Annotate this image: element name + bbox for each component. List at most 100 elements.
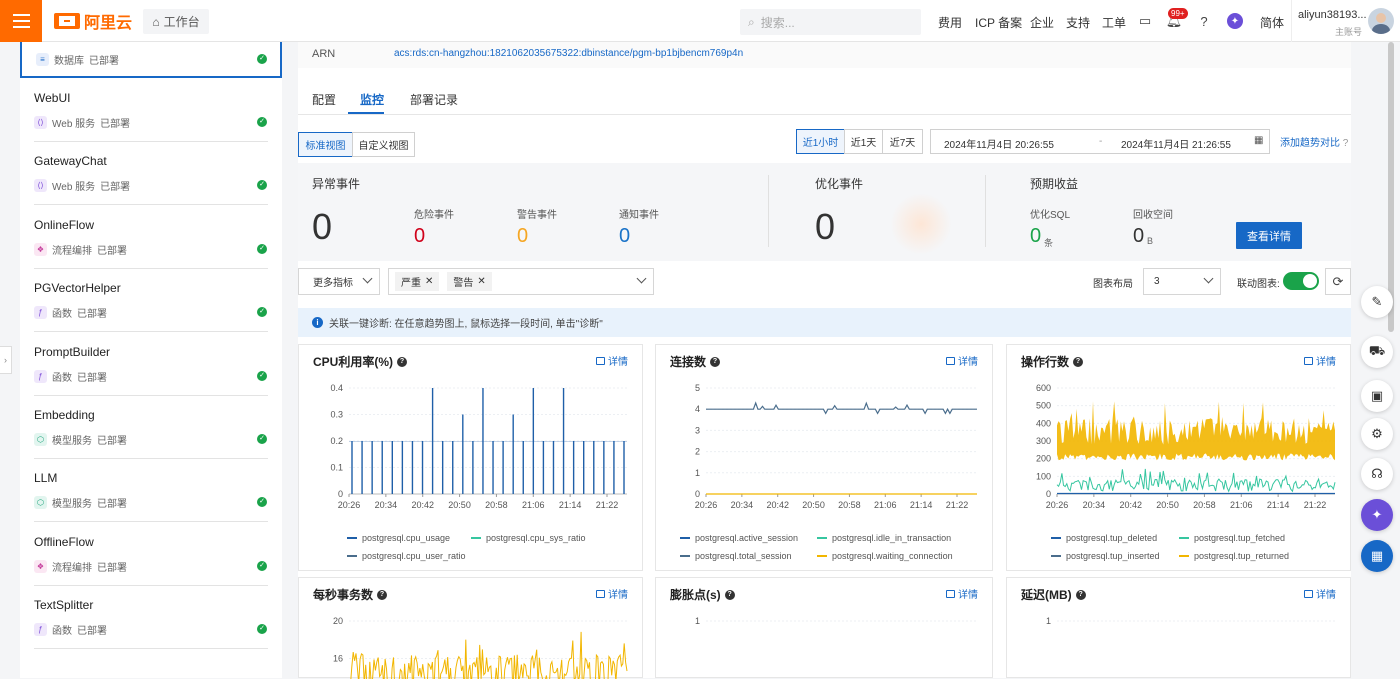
chart-layout-value: 3 — [1154, 276, 1160, 287]
notice-text: 关联一键诊断: 在任意趋势图上, 鼠标选择一段时间, 单击"诊断" — [329, 319, 603, 330]
sidebar-item-database[interactable]: ≡ 数据库 已部署 ✓ — [20, 42, 282, 78]
legend-swatch — [347, 537, 357, 539]
sidebar-item-title: WebUI — [34, 91, 71, 105]
apps-grid-icon[interactable]: ▦ — [1361, 540, 1393, 572]
ai-assistant-icon[interactable]: ✦ — [1227, 13, 1243, 29]
sidebar-item-gatewaychat[interactable]: GatewayChat ⟨⟩ Web 服务 已部署 ✓ — [20, 142, 282, 206]
add-trend-compare-link[interactable]: 添加趋势对比 ? — [1280, 134, 1348, 149]
x-tick-label: 20:26 — [338, 500, 361, 510]
gear-icon[interactable]: ⚙ — [1361, 418, 1393, 450]
legend-label: postgresql.tup_deleted — [1066, 533, 1158, 543]
sidebar-item-textsplitter[interactable]: TextSplitter ƒ 函数 已部署 ✓ — [20, 586, 282, 650]
tab-monitor[interactable]: 监控 — [360, 91, 384, 108]
y-tick-label: 0.3 — [330, 410, 343, 420]
x-tick-label: 21:22 — [1304, 500, 1327, 510]
sidebar-item-type: 数据库 — [54, 56, 84, 67]
close-icon[interactable]: ✕ — [477, 276, 485, 287]
nav-ticket[interactable]: 工单 — [1102, 14, 1126, 31]
ai-assistant-icon[interactable]: ✦ — [1361, 499, 1393, 531]
nav-enterprise[interactable]: 企业 — [1030, 14, 1054, 31]
chart-card: 膨胀点(s)? 详情 1 — [655, 577, 993, 678]
standard-view-button[interactable]: 标准视图 — [298, 132, 353, 157]
tab-config[interactable]: 配置 — [312, 91, 336, 108]
view-details-button[interactable]: 查看详情 — [1236, 222, 1302, 249]
warning-events-label: 警告事件 — [517, 210, 557, 221]
legend-item[interactable]: postgresql.total_session — [680, 551, 792, 561]
sidebar-item-title: Embedding — [34, 408, 95, 422]
workbench-button[interactable]: ⌂ 工作台 — [143, 9, 209, 34]
y-tick-label: 3 — [695, 425, 700, 435]
cart-icon[interactable]: ⛟ — [1361, 336, 1393, 368]
sidebar-item-type: 函数 — [52, 309, 72, 321]
reclaim-space-value: 0 — [1133, 225, 1145, 247]
y-tick-label: 1 — [1046, 616, 1051, 626]
sidebar-item-webui[interactable]: WebUI ⟨⟩ Web 服务 已部署 ✓ — [20, 79, 282, 142]
sidebar-item-onlineflow[interactable]: OnlineFlow ❖ 流程编排 已部署 ✓ — [20, 206, 282, 269]
legend-item[interactable]: postgresql.cpu_usage — [347, 533, 450, 543]
y-tick-label: 0 — [695, 489, 700, 499]
terminal-icon[interactable]: ▭ — [1137, 13, 1153, 29]
more-metrics-label: 更多指标 — [313, 278, 353, 289]
chart-layout-select[interactable]: 3 — [1143, 268, 1221, 295]
refresh-icon[interactable]: ⟳ — [1325, 268, 1351, 295]
menu-icon[interactable] — [0, 0, 42, 42]
sidebar-item-llm[interactable]: LLM ⬡ 模型服务 已部署 ✓ — [20, 459, 282, 523]
chart-plot[interactable]: 121620 — [299, 578, 644, 679]
legend-item[interactable]: postgresql.tup_inserted — [1051, 551, 1160, 561]
user-menu[interactable]: aliyun38193... 主账号 — [1291, 0, 1400, 42]
search-input[interactable]: ⌕ 搜索... — [740, 9, 921, 35]
abnormal-events-title: 异常事件 — [312, 177, 361, 191]
sidebar-item-title: PGVectorHelper — [34, 281, 121, 296]
sidebar-item-offlineflow[interactable]: OfflineFlow ❖ 流程编排 已部署 ✓ — [20, 523, 282, 586]
x-tick-label: 20:50 — [1156, 500, 1179, 510]
legend-item[interactable]: postgresql.cpu_sys_ratio — [471, 533, 586, 543]
range-1d-button[interactable]: 近1天 — [844, 129, 883, 154]
language-switch[interactable]: 简体 — [1260, 14, 1284, 31]
sidebar-item-promptbuilder[interactable]: PromptBuilder ƒ 函数 已部署 ✓ — [20, 333, 282, 396]
sidebar-collapse-button[interactable]: › — [0, 346, 12, 374]
sidebar-item-type: 流程编排 — [52, 562, 92, 574]
legend-item[interactable]: postgresql.waiting_connection — [817, 551, 953, 561]
close-icon[interactable]: ✕ — [425, 276, 433, 287]
user-role: 主账号 — [1334, 27, 1362, 37]
sidebar-item-type: 函数 — [52, 626, 72, 638]
divider — [985, 175, 986, 247]
optimize-sql-value: 0 — [1030, 225, 1042, 247]
headset-icon[interactable]: ☊ — [1361, 458, 1393, 490]
sidebar-item-embedding[interactable]: Embedding ⬡ 模型服务 已部署 ✓ — [20, 396, 282, 459]
custom-view-button[interactable]: 自定义视图 — [352, 132, 415, 157]
legend-item[interactable]: postgresql.tup_fetched — [1179, 533, 1285, 543]
severity-filter-select[interactable]: 严重 ✕ 警告 ✕ — [388, 268, 654, 295]
scrollbar[interactable] — [1388, 42, 1394, 332]
nav-support[interactable]: 支持 — [1066, 14, 1090, 31]
linked-charts-label: 联动图表: — [1237, 279, 1280, 290]
chart-plot[interactable]: 1 — [656, 578, 994, 679]
legend-item[interactable]: postgresql.cpu_user_ratio — [347, 551, 466, 561]
sidebar-item-pgvectorhelper[interactable]: PGVectorHelper ƒ 函数 已部署 ✓ — [20, 269, 282, 333]
app-icon[interactable]: ▣ — [1361, 380, 1393, 412]
arn-value[interactable]: acs:rds:cn-hangzhou:1821062035675322:dbi… — [394, 48, 743, 59]
linked-charts-toggle[interactable] — [1283, 272, 1319, 290]
legend-item[interactable]: postgresql.tup_deleted — [1051, 533, 1157, 543]
nav-icp[interactable]: ICP 备案 — [975, 14, 1022, 31]
logo[interactable]: 阿里云 — [54, 11, 133, 32]
notice-events-label: 通知事件 — [619, 210, 659, 221]
range-7d-button[interactable]: 近7天 — [882, 129, 923, 154]
optimize-sql-label: 优化SQL — [1030, 210, 1071, 221]
more-metrics-dropdown[interactable]: 更多指标 — [298, 268, 380, 295]
database-icon: ≡ — [36, 53, 49, 66]
nav-fees[interactable]: 费用 — [938, 14, 962, 31]
reclaim-space-unit: B — [1147, 236, 1154, 246]
sidebar-item-status: 已部署 — [89, 56, 119, 67]
help-icon[interactable]: ? — [1196, 13, 1212, 29]
chart-plot[interactable]: 1 — [1007, 578, 1352, 679]
legend-item[interactable]: postgresql.active_session — [680, 533, 798, 543]
date-range-picker[interactable]: 2024年11月4日 20:26:55 - 2024年11月4日 21:26:5… — [930, 129, 1270, 154]
tab-deploy-history[interactable]: 部署记录 — [410, 91, 458, 108]
legend-item[interactable]: postgresql.tup_returned — [1179, 551, 1289, 561]
edit-icon[interactable]: ✎ — [1361, 286, 1393, 318]
range-1h-button[interactable]: 近1小时 — [796, 129, 845, 154]
legend-item[interactable]: postgresql.idle_in_transaction — [817, 533, 951, 543]
logo-text: 阿里云 — [84, 15, 133, 32]
y-tick-label: 500 — [1036, 401, 1051, 411]
